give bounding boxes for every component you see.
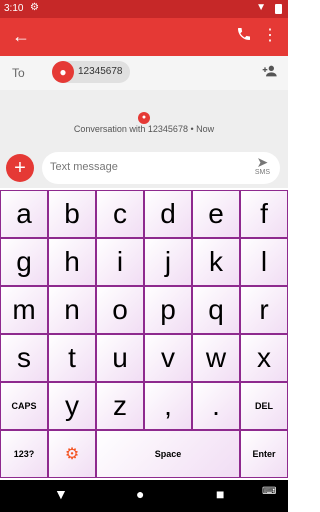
recipient-number: 12345678 — [78, 66, 123, 77]
enter-key[interactable]: Enter — [240, 430, 288, 478]
compose-bar: + Text message ➤ SMS — [0, 150, 288, 188]
phone-call-icon[interactable] — [236, 26, 252, 46]
key-h[interactable]: h — [48, 238, 96, 286]
caps-key[interactable]: CAPS — [0, 382, 48, 430]
app-bar: ← ⋮ — [0, 18, 288, 56]
recipient-bar: To ● 12345678 — [0, 56, 288, 91]
back-nav-icon[interactable]: ▼ — [54, 486, 68, 502]
key-g[interactable]: g — [0, 238, 48, 286]
more-options-icon[interactable]: ⋮ — [262, 25, 278, 45]
key-a[interactable]: a — [0, 190, 48, 238]
key-y[interactable]: y — [48, 382, 96, 430]
home-nav-icon[interactable]: ● — [136, 486, 144, 502]
status-time: 3:10 — [4, 3, 24, 14]
key-q[interactable]: q — [192, 286, 240, 334]
symbols-key[interactable]: 123? — [0, 430, 48, 478]
key-o[interactable]: o — [96, 286, 144, 334]
wifi-icon: ▼ — [256, 2, 266, 13]
key-e[interactable]: e — [192, 190, 240, 238]
message-placeholder: Text message — [50, 161, 118, 173]
send-sms-button[interactable]: ➤ SMS — [255, 155, 270, 176]
status-bar: 3:10 ⚙ ▼ — [0, 0, 288, 18]
key-c[interactable]: c — [96, 190, 144, 238]
key-p[interactable]: p — [144, 286, 192, 334]
key-m[interactable]: m — [0, 286, 48, 334]
conversation-area: ● Conversation with 12345678 • Now — [0, 90, 288, 150]
recipient-chip[interactable]: ● 12345678 — [52, 61, 130, 83]
key-d[interactable]: d — [144, 190, 192, 238]
key-b[interactable]: b — [48, 190, 96, 238]
key-comma[interactable]: , — [144, 382, 192, 430]
space-key[interactable]: Space — [96, 430, 240, 478]
add-person-icon[interactable] — [262, 64, 278, 81]
key-period[interactable]: . — [192, 382, 240, 430]
key-x[interactable]: x — [240, 334, 288, 382]
avatar-icon: ● — [52, 61, 74, 83]
send-label: SMS — [254, 169, 270, 176]
settings-notification-icon: ⚙ — [30, 2, 39, 13]
back-arrow-icon[interactable]: ← — [12, 26, 30, 47]
send-icon: ➤ — [256, 154, 269, 170]
gear-icon: ⚙ — [64, 446, 80, 463]
key-r[interactable]: r — [240, 286, 288, 334]
system-nav-bar: ▼ ● ■ ⌨ — [0, 480, 288, 512]
message-input[interactable]: Text message ➤ SMS — [42, 152, 280, 184]
key-t[interactable]: t — [48, 334, 96, 382]
conversation-info: Conversation with 12345678 • Now — [73, 124, 215, 134]
key-z[interactable]: z — [96, 382, 144, 430]
key-l[interactable]: l — [240, 238, 288, 286]
key-n[interactable]: n — [48, 286, 96, 334]
key-u[interactable]: u — [96, 334, 144, 382]
key-f[interactable]: f — [240, 190, 288, 238]
key-w[interactable]: w — [192, 334, 240, 382]
keyboard-switch-icon[interactable]: ⌨ — [262, 486, 276, 497]
to-label: To — [12, 66, 25, 80]
delete-key[interactable]: DEL — [240, 382, 288, 430]
contact-avatar-icon: ● — [138, 112, 150, 124]
key-i[interactable]: i — [96, 238, 144, 286]
key-s[interactable]: s — [0, 334, 48, 382]
key-j[interactable]: j — [144, 238, 192, 286]
keyboard: a b c d e f g h i j k l m n o p q r s t … — [0, 190, 288, 480]
keyboard-settings-key[interactable]: ⚙ — [48, 430, 96, 478]
add-attachment-button[interactable]: + — [6, 154, 34, 182]
key-k[interactable]: k — [192, 238, 240, 286]
key-v[interactable]: v — [144, 334, 192, 382]
recents-nav-icon[interactable]: ■ — [216, 486, 224, 502]
battery-icon — [275, 4, 282, 14]
